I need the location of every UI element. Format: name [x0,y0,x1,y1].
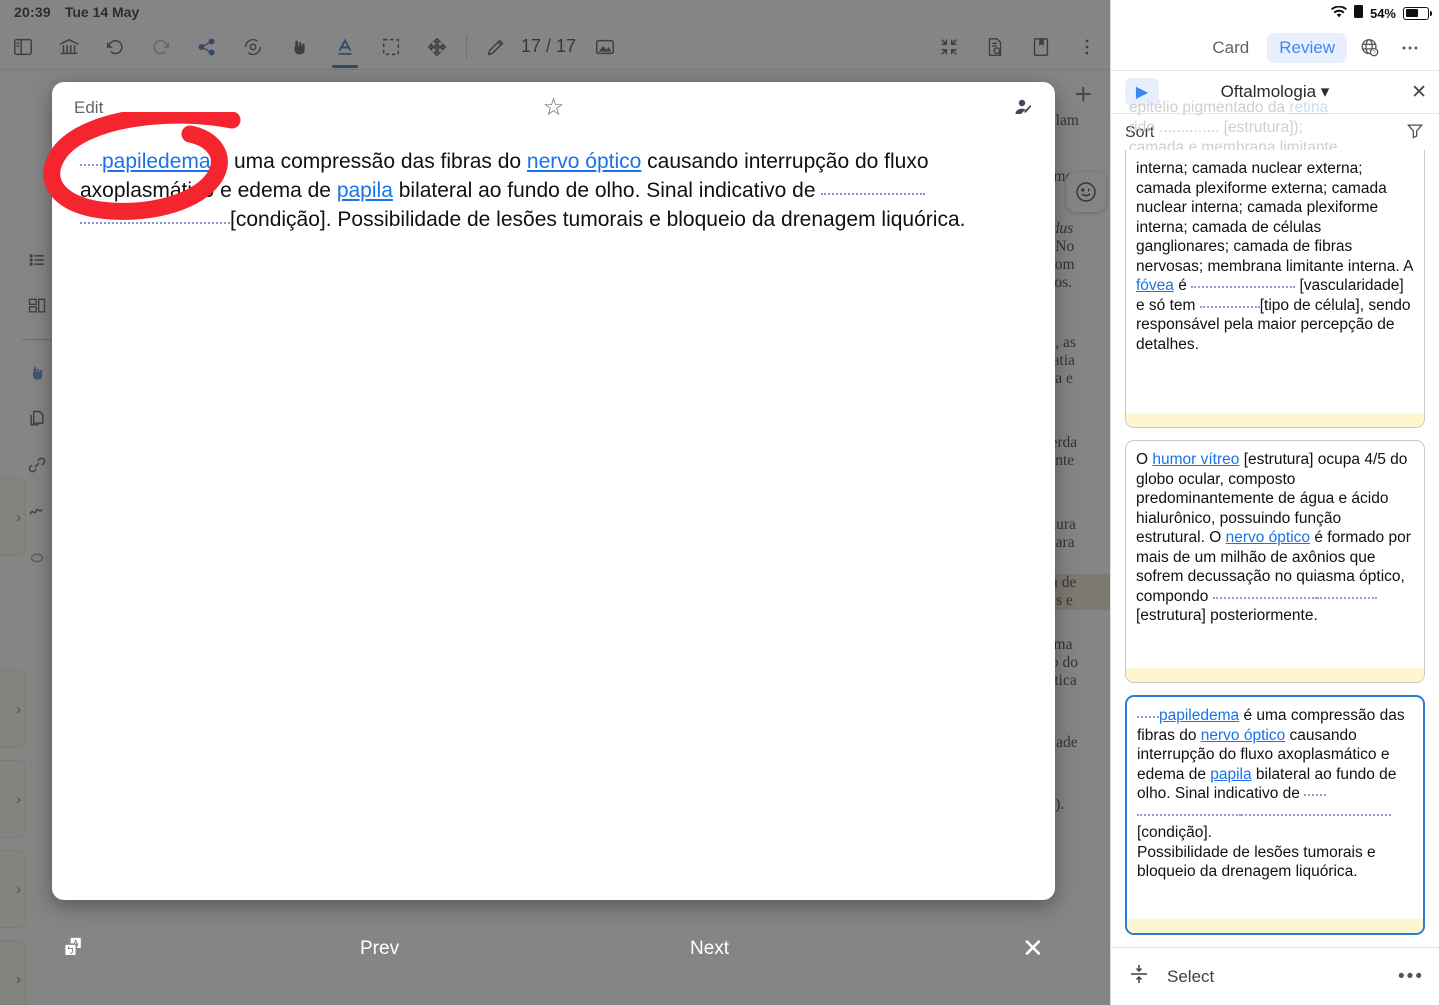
card-link-papila[interactable]: papila [337,179,393,202]
blank-2 [80,221,230,224]
card-link-papiledema[interactable]: papiledema [102,150,211,173]
note2-link-humor-vitreo[interactable]: humor vítreo [1152,451,1239,468]
note3-link-papila[interactable]: papila [1210,766,1251,783]
modal-body: papiledema é uma compressão das fibras d… [52,134,1055,235]
panel-close-icon[interactable]: ✕ [1411,81,1427,104]
sort-collapse-icon[interactable] [1127,962,1151,991]
sort-button[interactable]: Sort [1125,124,1154,142]
card-seg-4: [condição]. Possibilidade de lesões tumo… [230,207,966,231]
note1-blank-2 [1199,305,1260,308]
note1-link-fovea[interactable]: fóvea [1136,277,1174,294]
modal-header: Edit ☆ [52,82,1055,134]
note3-blank-1 [1304,794,1327,797]
anki-side-panel: 54% Card Review ? ▶ Oftalmologia ▾ ✕ epi… [1110,0,1439,1005]
note2-blank-2 [1316,596,1377,599]
note3-link-nervo-optico[interactable]: nervo óptico [1201,727,1285,744]
list-item-selected[interactable]: papiledema é uma compressão das fibras d… [1125,695,1425,935]
card-seg-1: é uma compressão das fibras do [210,150,527,173]
filter-icon[interactable] [1405,121,1425,146]
panel-status-bar: 54% [1111,0,1439,26]
note-text: O humor vítreo [estrutura] ocupa 4/5 do … [1126,441,1424,642]
tab-card[interactable]: Card [1200,33,1261,63]
note-list[interactable]: interna; camada nuclear externa; camada … [1111,150,1439,935]
note-footer-strip [1126,413,1424,427]
ghost-line-2: rido .............. [estrutura]); [1129,119,1303,137]
blank-lead [80,164,102,166]
svg-text:?: ? [1373,50,1376,56]
deck-bar: ▶ Oftalmologia ▾ ✕ [1111,70,1439,114]
list-item[interactable]: interna; camada nuclear externa; camada … [1125,150,1425,428]
note3-blank-lead [1137,716,1159,718]
person-edit-icon[interactable] [1011,96,1035,125]
note2-seg-1: O [1136,451,1153,468]
note1-blank-1 [1191,286,1296,289]
note-text: interna; camada nuclear externa; camada … [1126,150,1424,370]
tab-review[interactable]: Review [1267,33,1347,63]
panel-footer: Select ••• [1111,947,1439,1005]
note2-blank-1 [1212,596,1317,599]
note1-seg-2: é [1173,277,1192,295]
note3-blank-3 [1241,813,1391,816]
more-horizontal-icon[interactable] [1393,31,1427,65]
wifi-icon [1330,5,1347,21]
battery-icon [1403,6,1432,20]
prev-button[interactable]: Prev [360,938,399,960]
blank-1 [821,192,926,195]
edit-card-modal: Edit ☆ papiledema é uma compressão das f… [52,82,1055,900]
note3-seg-4: [condição]. [1137,824,1212,842]
note3-link-papiledema[interactable]: papiledema [1159,707,1239,724]
more-horizontal-icon[interactable]: ••• [1398,966,1424,988]
svg-text:ㄅ: ㄅ [66,946,74,955]
note3-seg-5: Possibilidade de lesões tumorais e bloqu… [1137,843,1376,881]
card-editor-text[interactable]: papiledema é uma compressão das fibras d… [80,148,1027,235]
sort-bar: epitélio pigmentado da retina rido .....… [1111,99,1439,156]
note2-link-nervo-optico[interactable]: nervo óptico [1226,529,1310,546]
note-footer-strip [1126,668,1424,682]
note-footer-strip [1127,919,1423,933]
close-icon[interactable]: ✕ [1022,935,1044,961]
panel-tabs: Card Review ? [1111,26,1439,70]
list-item[interactable]: O humor vítreo [estrutura] ocupa 4/5 do … [1125,440,1425,683]
deck-selector[interactable]: Oftalmologia ▾ [1111,82,1439,102]
card-link-nervo-optico[interactable]: nervo óptico [527,150,641,173]
note1-seg-1: interna; camada nuclear externa; camada … [1136,160,1413,275]
note3-blank-2 [1137,813,1241,816]
next-button[interactable]: Next [690,938,729,960]
battery-percent: 54% [1369,5,1396,21]
note2-seg-4: [estrutura] posteriormente. [1136,607,1318,625]
web-help-icon[interactable]: ? [1353,31,1387,65]
sim-icon [1353,5,1363,21]
note-text: papiledema é uma compressão das fibras d… [1127,697,1423,898]
card-seg-3: bilateral ao fundo de olho. Sinal indica… [392,178,822,202]
input-method-icon[interactable]: A ㄅ [60,933,90,963]
select-button[interactable]: Select [1167,967,1214,987]
star-icon[interactable]: ☆ [52,96,1055,120]
